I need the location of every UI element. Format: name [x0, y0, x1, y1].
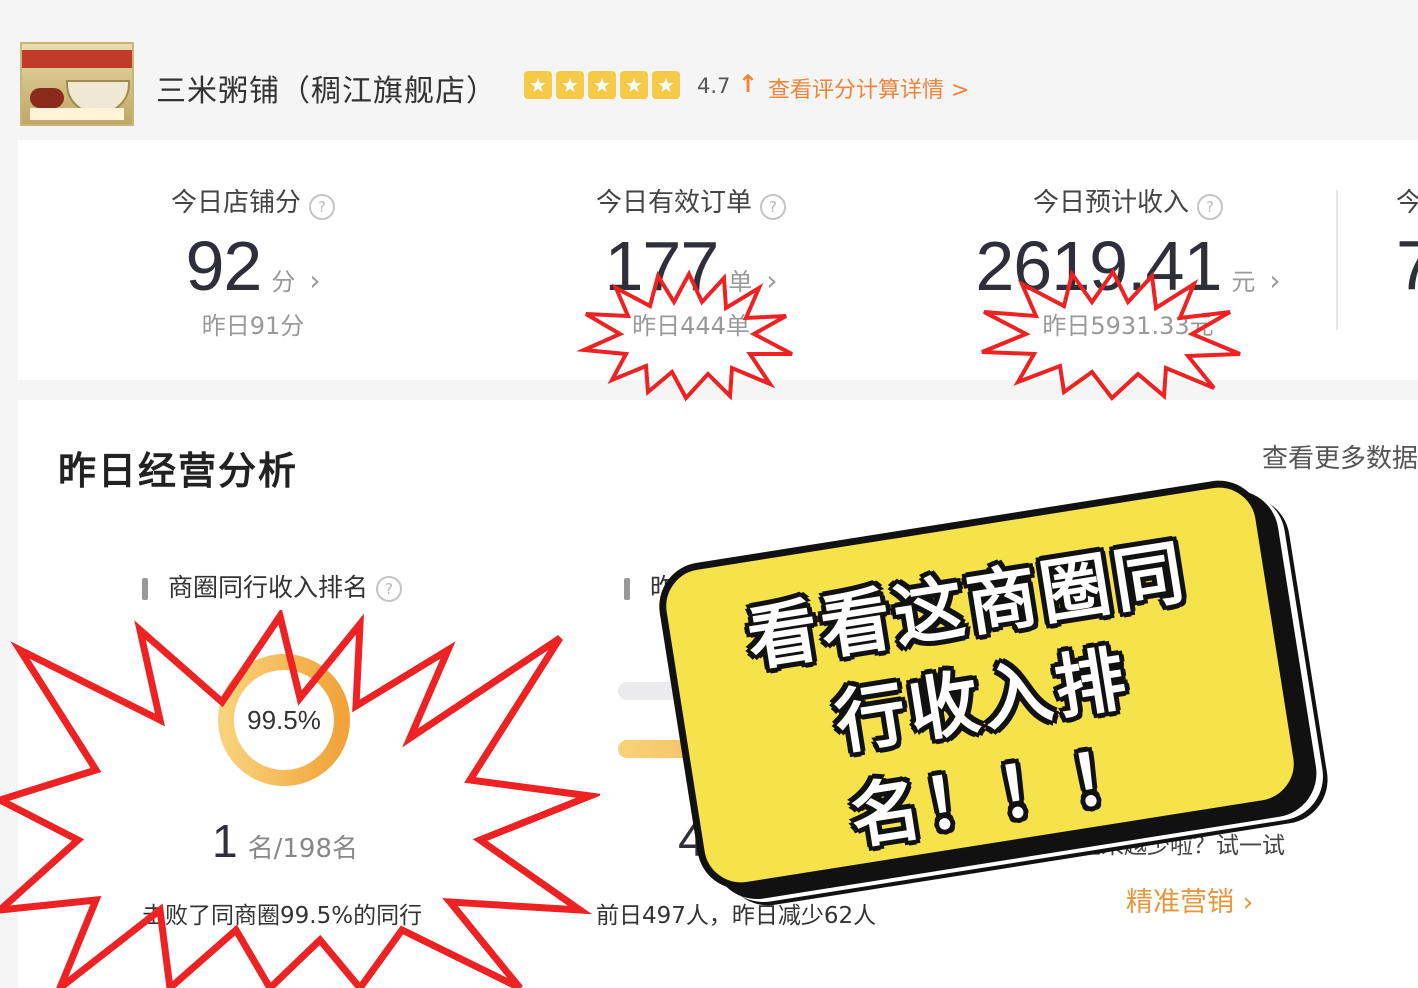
- shop-logo[interactable]: [20, 42, 134, 126]
- kpi-yesterday: 昨日91分: [201, 311, 305, 340]
- help-icon[interactable]: ?: [309, 193, 335, 220]
- rank-line: 1 名/198名: [212, 814, 358, 868]
- star-icon: ★: [588, 71, 616, 99]
- kpi-yesterday: 昨日444单: [632, 311, 750, 340]
- chevron-right-icon: ›: [766, 263, 778, 297]
- beat-text: 击败了同商圈99.5%的同行: [142, 903, 423, 929]
- star-icon: ★: [556, 71, 584, 99]
- kpi-value: 92: [185, 226, 262, 305]
- kpi-unit: 元: [1231, 267, 1256, 296]
- heading-marker: [624, 578, 630, 600]
- kpi-unit: 分: [271, 267, 296, 296]
- kpi-label: 今日店铺分: [170, 188, 301, 218]
- visitor-compare-text: 前日497人，昨日减少62人: [596, 903, 877, 929]
- rank-total: 名/198名: [247, 834, 358, 864]
- kpi-label: 今: [1396, 188, 1418, 218]
- kpi-unit: 单: [728, 267, 753, 296]
- kpi-fourth-clipped[interactable]: 今 7: [1396, 182, 1418, 305]
- precise-marketing-link[interactable]: 精准营销 ›: [1126, 880, 1253, 919]
- shop-name: 三米粥铺（稠江旗舰店）: [156, 74, 497, 109]
- kpi-label: 今日预计收入: [1032, 188, 1189, 218]
- chevron-right-icon: ›: [309, 263, 321, 297]
- section-title: 昨日经营分析: [58, 449, 299, 493]
- help-icon[interactable]: ?: [760, 193, 786, 220]
- kpi-label: 今日有效订单: [595, 188, 752, 218]
- more-data-link[interactable]: 查看更多数据: [1262, 438, 1418, 475]
- kpi-value: 2619.41: [975, 226, 1222, 305]
- arrow-up-icon: ↑: [738, 70, 759, 98]
- today-kpi-card: 今日店铺分? 92 分 › 昨日91分 今日有效订单? 177 单 › 昨日444单 今…: [18, 140, 1418, 380]
- rank-number: 1: [212, 815, 238, 867]
- kpi-valid-orders[interactable]: 今日有效订单? 177 单 › 昨日444单: [566, 182, 816, 341]
- kpi-expected-income[interactable]: 今日预计收入? 2619.41 元 › 昨日5931.33元: [938, 182, 1318, 341]
- kpi-divider: [1336, 190, 1338, 330]
- help-icon[interactable]: ?: [1197, 193, 1223, 220]
- logo-caption-strip: [30, 108, 124, 120]
- heading-marker: [142, 578, 148, 600]
- ranking-heading: 商圈同行收入排名?: [142, 568, 403, 604]
- star-icon: ★: [524, 71, 552, 99]
- rating-stars: ★ ★ ★ ★ ★: [524, 71, 680, 99]
- help-icon[interactable]: ?: [376, 576, 403, 602]
- ranking-percentile-ring: 99.5%: [216, 652, 352, 788]
- star-icon: ★: [652, 71, 680, 99]
- shop-header: 三米粥铺（稠江旗舰店） ★ ★ ★ ★ ★ 4.7 ↑ 查看评分计算详情 >: [0, 10, 1418, 138]
- star-icon: ★: [620, 71, 648, 99]
- logo-banner: [22, 50, 132, 68]
- ranking-heading-text: 商圈同行收入排名: [168, 573, 369, 602]
- rating-score: 4.7: [697, 74, 731, 98]
- ring-percent-label: 99.5%: [247, 705, 321, 735]
- kpi-value: 7: [1396, 226, 1418, 304]
- kpi-value: 177: [604, 226, 720, 305]
- rating-detail-link[interactable]: 查看评分计算详情 >: [768, 72, 969, 104]
- kpi-shop-score[interactable]: 今日店铺分? 92 分 › 昨日91分: [138, 182, 368, 341]
- kpi-yesterday: 昨日5931.33元: [1042, 311, 1214, 340]
- logo-price-badge: [30, 88, 64, 108]
- chevron-right-icon: ›: [1269, 263, 1281, 297]
